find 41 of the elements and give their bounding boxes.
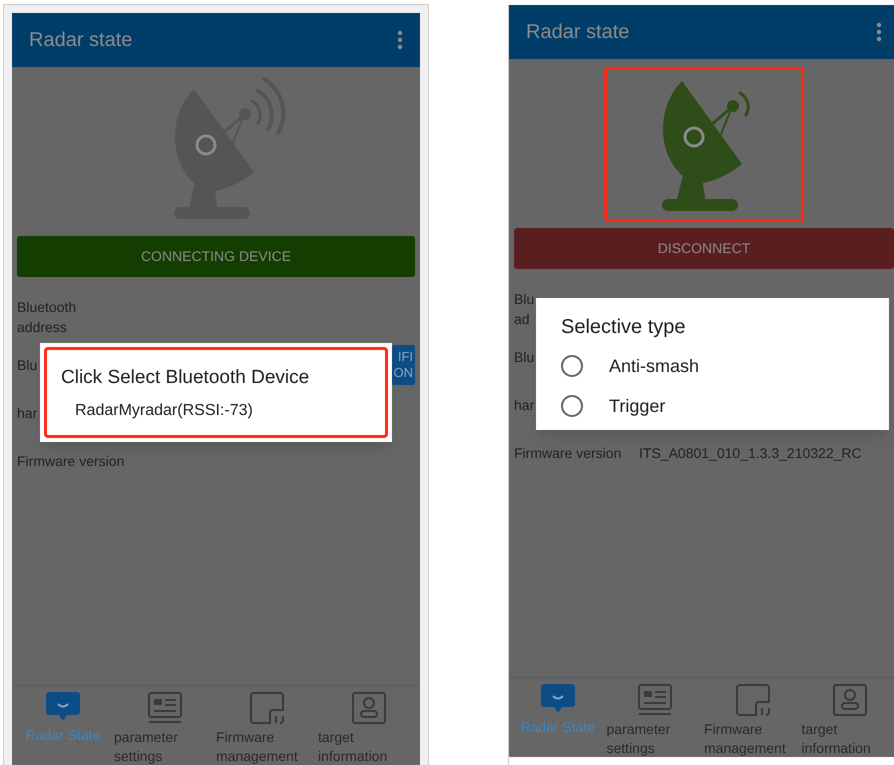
option-label[interactable]: Trigger	[609, 392, 666, 420]
connection-button[interactable]: CONNECTING DEVICE	[17, 236, 415, 277]
option-label[interactable]: Anti-smash	[609, 352, 700, 380]
nav-tab[interactable]: target information	[802, 684, 894, 757]
nav-tab[interactable]: Radar State	[509, 684, 606, 757]
field-label: Blu	[514, 290, 534, 309]
document-icon	[148, 692, 182, 724]
radio-button[interactable]	[561, 395, 583, 417]
dialog-title: Click Select Bluetooth Device	[61, 366, 310, 390]
nav-tab[interactable]: Radar State	[12, 692, 114, 765]
field-label: ad	[514, 310, 530, 329]
user-card-icon	[352, 692, 386, 724]
field-label: Firmware version	[17, 452, 124, 471]
screen-title: Radar state	[526, 20, 630, 45]
field-label: Firmware version	[514, 444, 622, 463]
connection-button[interactable]: DISCONNECT	[514, 228, 894, 269]
field-label: har	[17, 404, 38, 423]
speech-bubble-icon	[540, 684, 575, 714]
user-card-icon	[833, 684, 868, 716]
more-menu-icon[interactable]	[397, 30, 403, 50]
nav-tab[interactable]: parameter settings	[114, 692, 216, 765]
field-label: Blu	[17, 356, 38, 375]
square-outline-icon	[250, 692, 284, 724]
field-label: har	[514, 396, 534, 415]
speech-bubble-icon	[46, 692, 80, 722]
field-label: address	[17, 318, 67, 337]
radio-button[interactable]	[561, 355, 583, 377]
dialog-title: Selective type	[561, 315, 687, 340]
field-label: Blu	[514, 348, 534, 367]
document-icon	[638, 684, 672, 716]
device-list-item[interactable]: RadarMyradar(RSSI:-73)	[61, 398, 371, 422]
field-label: Bluetooth	[17, 298, 76, 317]
field-value: ITS_A0801_010_1.3.3_210322_RC	[639, 444, 862, 463]
nav-tab[interactable]: target information	[318, 692, 420, 765]
side-button[interactable]: IFI ON	[392, 345, 415, 385]
nav-tab[interactable]: Firmware management	[216, 692, 318, 765]
square-outline-icon	[736, 684, 770, 716]
screen-title: Radar state	[29, 28, 132, 53]
nav-tab[interactable]: Firmware management	[704, 684, 802, 757]
more-menu-icon[interactable]	[876, 22, 882, 42]
nav-tab[interactable]: parameter settings	[606, 684, 704, 757]
